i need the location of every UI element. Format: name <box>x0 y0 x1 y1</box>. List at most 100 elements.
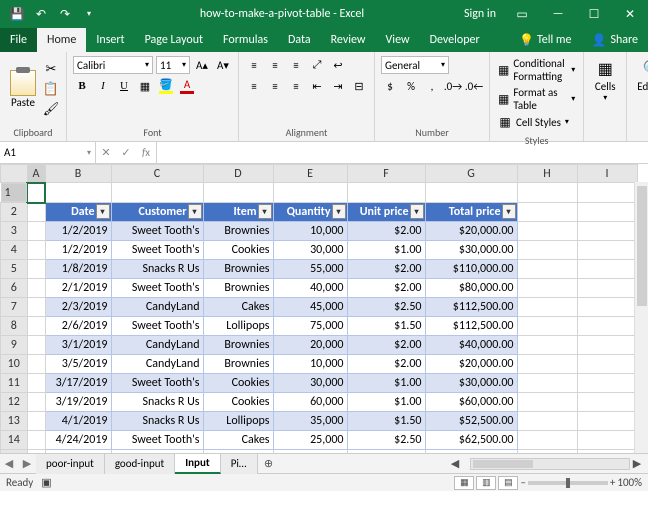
table-cell[interactable]: $52,500.00 <box>425 412 517 431</box>
cell[interactable] <box>577 279 637 298</box>
italic-button[interactable]: I <box>94 77 112 95</box>
save-icon[interactable]: 💾 <box>6 3 28 25</box>
table-cell[interactable]: 3/1/2019 <box>45 336 111 355</box>
vertical-scrollbar[interactable] <box>634 182 648 453</box>
table-cell[interactable]: Lollipops <box>203 317 273 336</box>
cell[interactable] <box>577 450 637 454</box>
table-cell[interactable]: $2.00 <box>347 222 425 241</box>
grid[interactable]: ABCDEFGHI12Date▾Customer▾Item▾Quantity▾U… <box>0 164 648 453</box>
cell[interactable] <box>577 374 637 393</box>
cell[interactable] <box>347 183 425 203</box>
cell[interactable] <box>517 450 577 454</box>
row-header-2[interactable]: 2 <box>1 203 28 222</box>
row-header-9[interactable]: 9 <box>1 336 28 355</box>
row-header-8[interactable]: 8 <box>1 317 28 336</box>
cell[interactable] <box>425 183 517 203</box>
tell-me[interactable]: 💡 Tell me <box>509 28 581 52</box>
table-cell[interactable]: Sweet Tooth's <box>111 317 203 336</box>
filter-dropdown-icon[interactable]: ▾ <box>410 204 424 219</box>
cell[interactable] <box>517 260 577 279</box>
hscroll-right-icon[interactable]: ▶ <box>630 457 644 470</box>
table-cell[interactable]: $1.50 <box>347 412 425 431</box>
table-cell[interactable]: 10,000 <box>273 355 347 374</box>
table-header[interactable]: Total price▾ <box>425 203 517 222</box>
table-cell[interactable]: 75,000 <box>273 317 347 336</box>
table-cell[interactable]: 55,000 <box>273 260 347 279</box>
zoom-level[interactable]: 100% <box>617 476 642 489</box>
filter-dropdown-icon[interactable]: ▾ <box>502 204 516 219</box>
sheet-tab-pi[interactable]: Pi… <box>221 454 258 474</box>
table-cell[interactable]: 60,000 <box>273 393 347 412</box>
cut-icon[interactable]: ✂ <box>42 60 60 78</box>
qat-customize-icon[interactable]: ▾ <box>78 3 100 25</box>
table-header[interactable]: Customer▾ <box>111 203 203 222</box>
cell[interactable] <box>577 431 637 450</box>
row-header-5[interactable]: 5 <box>1 260 28 279</box>
cell[interactable] <box>45 450 111 454</box>
minimize-icon[interactable]: — <box>540 0 576 28</box>
table-cell[interactable]: $1.50 <box>347 317 425 336</box>
orientation-icon[interactable]: ⤢ <box>308 56 326 74</box>
cell[interactable] <box>27 298 45 317</box>
table-cell[interactable]: Cookies <box>203 374 273 393</box>
decrease-indent-icon[interactable]: ⇤ <box>308 77 326 95</box>
format-as-table-button[interactable]: ▦Format as Table▾ <box>496 85 577 113</box>
cell[interactable] <box>27 222 45 241</box>
cell[interactable] <box>577 203 637 222</box>
ribbon-options-icon[interactable]: ▭ <box>504 0 540 28</box>
maximize-icon[interactable]: ☐ <box>576 0 612 28</box>
table-cell[interactable]: 35,000 <box>273 412 347 431</box>
row-header-7[interactable]: 7 <box>1 298 28 317</box>
percent-format-icon[interactable]: % <box>402 77 420 95</box>
col-header-I[interactable]: I <box>577 165 637 183</box>
row-header-11[interactable]: 11 <box>1 374 28 393</box>
table-cell[interactable]: $80,000.00 <box>425 279 517 298</box>
font-name-select[interactable]: Calibri▾ <box>73 56 153 74</box>
merge-center-icon[interactable]: ⊟ <box>350 77 368 95</box>
cell[interactable] <box>517 393 577 412</box>
cell[interactable] <box>577 393 637 412</box>
cell[interactable] <box>577 317 637 336</box>
cells-button[interactable]: ▦Cells▾ <box>590 56 620 105</box>
col-header-C[interactable]: C <box>111 165 203 183</box>
table-header[interactable]: Item▾ <box>203 203 273 222</box>
row-header-10[interactable]: 10 <box>1 355 28 374</box>
table-cell[interactable]: 3/5/2019 <box>45 355 111 374</box>
view-page-break-icon[interactable]: ▤ <box>498 476 518 490</box>
tab-data[interactable]: Data <box>278 28 321 52</box>
tab-formulas[interactable]: Formulas <box>213 28 278 52</box>
cell[interactable] <box>45 183 111 203</box>
increase-indent-icon[interactable]: ⇥ <box>329 77 347 95</box>
table-cell[interactable]: 30,000 <box>273 241 347 260</box>
tab-review[interactable]: Review <box>321 28 376 52</box>
formula-input[interactable] <box>157 142 648 163</box>
row-header-14[interactable]: 14 <box>1 431 28 450</box>
cell[interactable] <box>577 260 637 279</box>
table-cell[interactable]: 2/3/2019 <box>45 298 111 317</box>
cell[interactable] <box>27 412 45 431</box>
table-cell[interactable]: 2/1/2019 <box>45 279 111 298</box>
table-cell[interactable]: $2.50 <box>347 431 425 450</box>
decrease-font-icon[interactable]: A▾ <box>214 56 232 74</box>
conditional-formatting-button[interactable]: ▦Conditional Formatting▾ <box>496 56 577 84</box>
tab-scroll-right-icon[interactable]: ▶ <box>18 457 36 470</box>
bold-button[interactable]: B <box>73 77 91 95</box>
cell[interactable] <box>347 450 425 454</box>
table-cell[interactable]: CandyLand <box>111 355 203 374</box>
accounting-format-icon[interactable]: $ <box>381 77 399 95</box>
sheet-tab-input[interactable]: Input <box>175 454 220 474</box>
table-cell[interactable]: $20,000.00 <box>425 355 517 374</box>
table-cell[interactable]: Sweet Tooth's <box>111 374 203 393</box>
sign-in-link[interactable]: Sign in <box>464 7 496 21</box>
filter-dropdown-icon[interactable]: ▾ <box>96 204 110 219</box>
tab-insert[interactable]: Insert <box>86 28 134 52</box>
table-cell[interactable]: 4/1/2019 <box>45 412 111 431</box>
table-cell[interactable]: 45,000 <box>273 298 347 317</box>
table-header[interactable]: Date▾ <box>45 203 111 222</box>
table-cell[interactable]: CandyLand <box>111 298 203 317</box>
cell[interactable] <box>27 203 45 222</box>
cell[interactable] <box>577 298 637 317</box>
table-cell[interactable]: $112,500.00 <box>425 298 517 317</box>
font-size-select[interactable]: 11▾ <box>156 56 190 74</box>
table-cell[interactable]: 40,000 <box>273 279 347 298</box>
